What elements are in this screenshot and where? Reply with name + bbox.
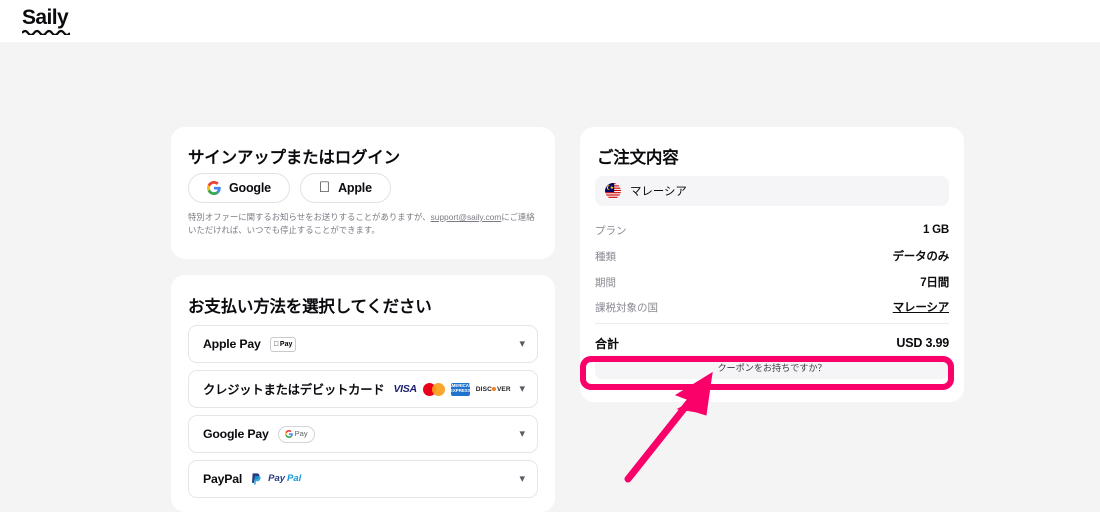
chevron-down-icon[interactable]: ▾ (519, 338, 525, 350)
summary-value-plan: 1 GB (922, 224, 949, 236)
summary-value-duration: 7日間 (920, 277, 949, 289)
site-header: Saily (0, 0, 1100, 42)
google-button-label: Google (229, 181, 271, 195)
saily-logo[interactable]: Saily (22, 7, 70, 35)
apple-pay-badge-word: Pay (274, 340, 292, 348)
apple-pay-badge:  Pay (269, 336, 297, 352)
apple-signin-button[interactable]:  Apple (299, 173, 391, 203)
card-network-logos: VISA AMERICAN EXPRESS DISC VER (393, 382, 511, 396)
summary-divider (595, 323, 949, 324)
summary-row-plan: プラン 1 GB (595, 221, 949, 239)
discover-dot (492, 387, 497, 391)
google-pay-badge-word: Pay (294, 429, 308, 439)
signup-card: サインアップまたはログイン Google  Apple 特別オファーに関するお… (171, 127, 555, 259)
signup-title: サインアップまたはログイン (188, 149, 400, 167)
selected-country-chip[interactable]: マレーシア (595, 176, 949, 206)
google-icon (207, 181, 221, 195)
summary-label-tax-country: 課税対象の国 (595, 301, 658, 314)
card-payment-label: クレジットまたはデビットカード (203, 383, 385, 397)
payment-title: お支払い方法を選択してください (188, 298, 432, 316)
payment-option-card[interactable]: クレジットまたはデビットカード VISA AMERICAN EXPRESS DI… (188, 370, 538, 408)
disclaimer-text-before: 特別オファーに関するお知らせをお送りすることがありますが、 (188, 212, 431, 222)
discover-before: DISC (475, 385, 492, 393)
oauth-button-row: Google  Apple (188, 173, 391, 203)
summary-row-duration: 期間 7日間 (595, 273, 949, 291)
paypal-word-second: Pal (287, 473, 302, 485)
payment-option-google-pay[interactable]: Google Pay Pay ▾ (188, 415, 538, 453)
coupon-button-label: クーポンをお持ちですか？ (717, 363, 827, 373)
logo-text: Saily (22, 6, 69, 29)
summary-label-type: 種類 (595, 250, 616, 263)
discover-after: VER (496, 385, 511, 393)
paypal-word-first: Pay (268, 473, 286, 485)
apple-pay-label: Apple Pay (203, 337, 261, 351)
order-summary-card: ご注文内容 マレーシア プラン 1 GB 種類 データのみ 期間 7日間 課税対… (580, 127, 964, 402)
chevron-down-icon[interactable]: ▾ (519, 428, 525, 440)
chevron-down-icon[interactable]: ▾ (519, 473, 525, 485)
google-g-icon (284, 430, 293, 438)
support-email-link[interactable]: support@saily.com (431, 212, 502, 222)
apple-button-label: Apple (326, 181, 372, 195)
summary-value-type: データのみ (892, 251, 950, 263)
summary-title: ご注文内容 (597, 149, 679, 167)
amex-line2: EXPRESS (449, 388, 471, 393)
paypal-label: PayPal (203, 472, 243, 486)
summary-label-duration: 期間 (595, 276, 616, 289)
google-pay-label: Google Pay (203, 427, 269, 441)
paypal-badge: Pay Pal (251, 473, 301, 485)
visa-icon: VISA (393, 383, 417, 395)
chevron-down-icon[interactable]: ▾ (519, 383, 525, 395)
total-label: 合計 (595, 336, 620, 351)
summary-row-type: 種類 データのみ (595, 247, 949, 265)
marketing-disclaimer: 特別オファーに関するお知らせをお送りすることがありますが、support@sai… (188, 211, 542, 237)
apple-icon:  (319, 180, 330, 195)
coupon-button[interactable]: クーポンをお持ちですか？ (595, 355, 949, 379)
payment-method-card: お支払い方法を選択してください Apple Pay  Pay ▾ クレジットま… (171, 275, 555, 512)
malaysia-flag-icon (605, 183, 621, 199)
discover-icon: DISC VER (476, 386, 511, 393)
summary-row-tax-country: 課税対象の国 マレーシア (595, 298, 949, 316)
paypal-p-icon (252, 473, 261, 485)
amex-icon: AMERICAN EXPRESS (448, 382, 472, 396)
total-value: USD 3.99 (896, 336, 949, 350)
paypal-wordmark: Pay Pal (268, 474, 301, 484)
checkout-content: サインアップまたはログイン Google  Apple 特別オファーに関するお… (0, 42, 1100, 512)
google-signin-button[interactable]: Google (188, 173, 290, 203)
apple-logo-glyph:  (274, 341, 279, 348)
logo-wave-icon (22, 29, 70, 35)
google-pay-mark-icon: Pay (277, 425, 315, 443)
apple-pay-mark-icon:  Pay (269, 336, 297, 352)
summary-label-plan: プラン (595, 224, 627, 237)
country-name: マレーシア (630, 186, 687, 198)
payment-method-list: Apple Pay  Pay ▾ クレジットまたはデビットカード VISA A… (188, 325, 538, 505)
summary-value-tax-country[interactable]: マレーシア (893, 299, 949, 315)
summary-total-row: 合計 USD 3.99 (595, 333, 949, 353)
google-pay-badge: Pay (277, 425, 315, 443)
mastercard-icon (422, 382, 445, 396)
payment-option-apple-pay[interactable]: Apple Pay  Pay ▾ (188, 325, 538, 363)
payment-option-paypal[interactable]: PayPal Pay Pal ▾ (188, 460, 538, 498)
